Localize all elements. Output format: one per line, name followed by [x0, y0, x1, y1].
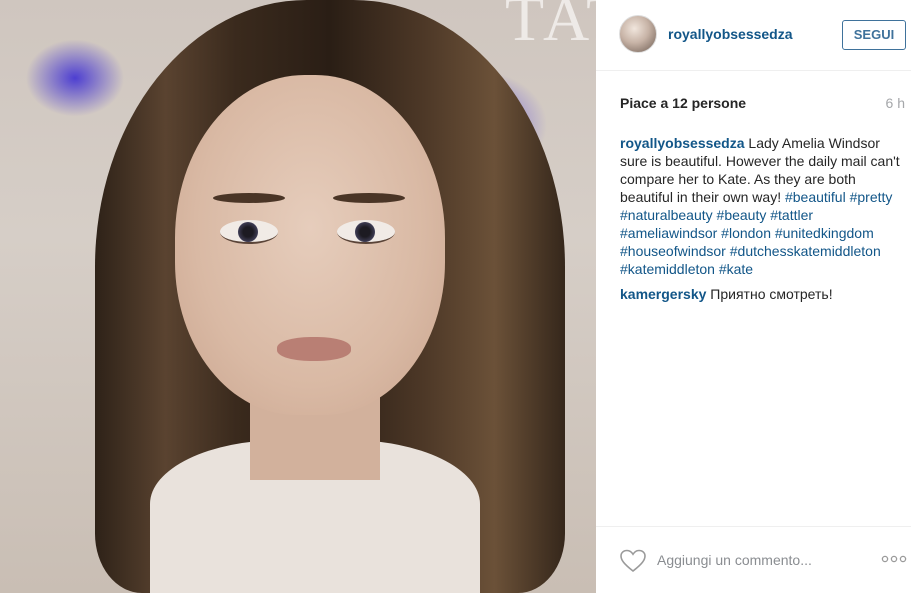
more-options-icon[interactable]	[881, 554, 907, 564]
post-sidebar: royallyobsessedza SEGUI Piace a 12 perso…	[596, 0, 911, 593]
hashtag[interactable]: #naturalbeauty	[620, 207, 713, 223]
magazine-masthead: TATL	[505, 0, 596, 54]
hashtag[interactable]: #unitedkingdom	[775, 225, 874, 241]
photo-left-eye	[220, 220, 278, 244]
photo-left-brow	[213, 193, 285, 203]
hashtag[interactable]: #beautiful	[785, 189, 846, 205]
hashtag[interactable]: #dutchesskatemiddleton	[730, 243, 881, 259]
comment-text: Приятно смотреть!	[706, 286, 833, 302]
hashtag[interactable]: #tattler	[770, 207, 813, 223]
hashtag[interactable]: #kate	[719, 261, 753, 277]
hashtag[interactable]: #ameliawindsor	[620, 225, 717, 241]
comment-username[interactable]: kamergersky	[620, 286, 706, 302]
photo-lips	[277, 337, 351, 361]
post-header: royallyobsessedza SEGUI	[596, 0, 911, 71]
post-footer: Aggiungi un commento...	[596, 526, 911, 594]
avatar[interactable]	[619, 15, 657, 53]
hashtag[interactable]: #pretty	[850, 189, 893, 205]
heart-icon[interactable]	[620, 549, 646, 573]
hashtag[interactable]: #london	[721, 225, 771, 241]
photo-face	[175, 75, 445, 415]
username-link[interactable]: royallyobsessedza	[668, 26, 793, 42]
hashtag[interactable]: #katemiddleton	[620, 261, 715, 277]
likes-count[interactable]: Piace a 12 persone	[620, 95, 746, 111]
post-caption: royallyobsessedza Lady Amelia Windsor su…	[620, 134, 910, 278]
photo-right-eye	[337, 220, 395, 244]
post-time[interactable]: 6 h	[886, 95, 905, 111]
add-comment-input[interactable]: Aggiungi un commento...	[657, 552, 812, 568]
hashtag[interactable]: #houseofwindsor	[620, 243, 726, 259]
hashtag[interactable]: #beauty	[717, 207, 767, 223]
caption-username[interactable]: royallyobsessedza	[620, 135, 745, 151]
photo-right-brow	[333, 193, 405, 203]
post-photo[interactable]: TATL	[0, 0, 596, 593]
follow-button[interactable]: SEGUI	[842, 20, 906, 50]
comment: kamergersky Приятно смотреть!	[620, 285, 910, 303]
